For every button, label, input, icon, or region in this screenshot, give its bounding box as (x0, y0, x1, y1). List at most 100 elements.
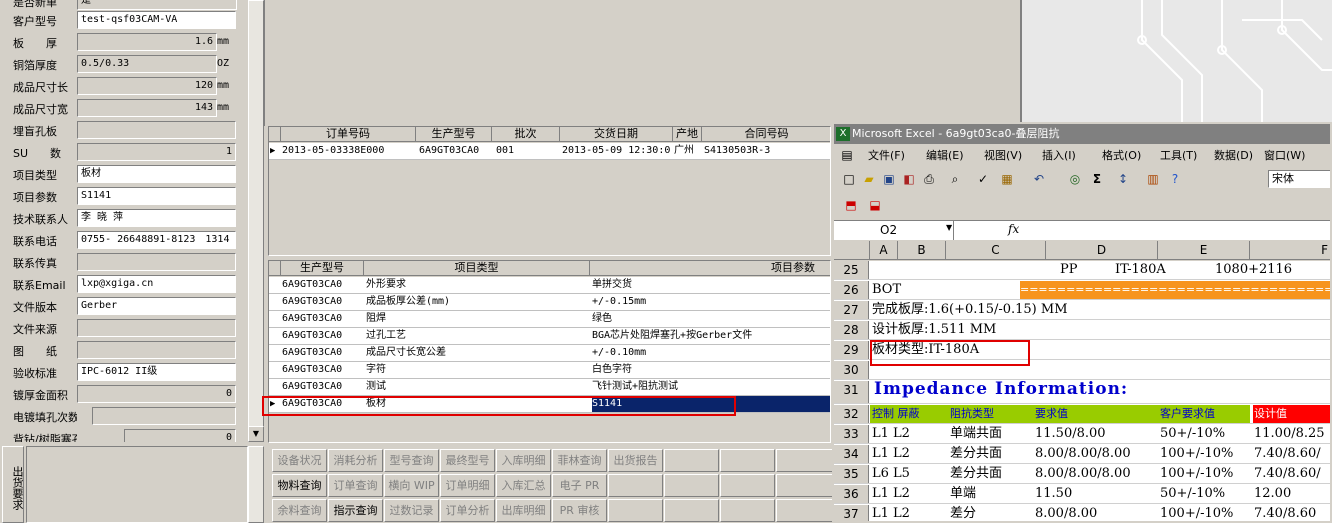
form-field[interactable]: 1 (77, 143, 236, 161)
col-header[interactable]: D (1046, 241, 1158, 259)
left-scrollbar[interactable] (248, 0, 264, 442)
form-field[interactable]: 是 (77, 0, 237, 10)
sheet-row[interactable]: 26 BOT ===================================… (834, 281, 1330, 300)
param-col-header[interactable]: 项目参数 (590, 261, 830, 276)
row-number[interactable]: 29 (834, 341, 869, 359)
param-col-header[interactable]: 生产型号 (281, 261, 364, 276)
pdf-icon[interactable]: ⬒ (842, 196, 860, 214)
empty-button[interactable] (720, 449, 775, 472)
row-number[interactable]: 30 (834, 361, 869, 379)
param-col-header[interactable]: 项目类型 (364, 261, 590, 276)
form-field[interactable]: 0.5/0.33 (77, 55, 217, 73)
order-col-header[interactable]: 生产型号 (416, 127, 492, 142)
menu-item[interactable]: 文件(F) (868, 147, 905, 163)
nav-button[interactable]: 订单分析 (440, 499, 495, 522)
col-header[interactable]: B (898, 241, 946, 259)
sheet-row[interactable]: 37 L1 L2 差分 8.00/8.00 100+/-10% 7.40/8.60 (834, 505, 1330, 521)
nav-button[interactable]: 指示查询 (328, 499, 383, 522)
table-row[interactable]: 6A9GT03CA0 测试 飞针测试+阻抗测试 (269, 379, 830, 396)
form-field[interactable]: lxp@xgiga.cn (77, 275, 236, 293)
nav-button[interactable]: 过数记录 (384, 499, 439, 522)
nav-button[interactable]: 订单明细 (440, 474, 495, 497)
nav-button[interactable]: PR 审核 (552, 499, 607, 522)
notes-textarea[interactable] (26, 446, 248, 523)
menu-item[interactable]: 数据(D) (1214, 147, 1253, 163)
notes-scrollbar[interactable] (248, 446, 264, 523)
nav-button[interactable]: 横向 WIP (384, 474, 439, 497)
form-field[interactable] (77, 253, 236, 271)
hyperlink-icon[interactable]: ◎ (1066, 170, 1084, 188)
spelling-icon[interactable]: ✓ (974, 170, 992, 188)
open-icon[interactable]: ▰ (860, 170, 878, 188)
nav-button[interactable]: 余料查询 (272, 499, 327, 522)
sheet-row[interactable]: 34 L1 L2 差分共面 8.00/8.00/8.00 100+/-10% 7.40/8… (834, 445, 1330, 464)
empty-button[interactable] (720, 474, 775, 497)
empty-button[interactable] (664, 449, 719, 472)
order-col-header[interactable]: 合同号码 (702, 127, 830, 142)
nav-button[interactable]: 菲林查询 (552, 449, 607, 472)
new-icon[interactable]: □ (840, 170, 858, 188)
name-box-dropdown-icon[interactable]: ▼ (946, 223, 952, 232)
order-col-header[interactable]: 产地 (673, 127, 702, 142)
preview-icon[interactable]: ⌕ (946, 170, 964, 188)
form-field[interactable] (92, 407, 236, 425)
row-number[interactable]: 37 (834, 505, 869, 521)
sheet-row[interactable]: 31 Impedance Information: (834, 380, 1330, 404)
save-icon[interactable]: ▣ (880, 170, 898, 188)
font-name-select[interactable]: 宋体 (1268, 170, 1330, 188)
form-field[interactable]: 0 (124, 429, 236, 442)
empty-button[interactable] (664, 499, 719, 522)
scroll-down-button[interactable]: ▼ (248, 426, 264, 442)
sheet-row[interactable]: 33 L1 L2 单端共面 11.50/8.00 50+/-10% 11.00/8.25 (834, 425, 1330, 444)
sort-icon[interactable]: ↕ (1114, 170, 1132, 188)
form-field[interactable] (77, 121, 236, 139)
order-col-header[interactable]: 订单号码 (281, 127, 416, 142)
table-row[interactable]: 6A9GT03CA0 外形要求 单拼交货 (269, 277, 830, 294)
nav-button[interactable]: 消耗分析 (328, 449, 383, 472)
form-field[interactable]: 0755- 26648891-8123 1314 (77, 231, 236, 249)
order-col-header[interactable]: 批次 (492, 127, 560, 142)
menu-item[interactable]: 插入(I) (1042, 147, 1076, 163)
sheet-row[interactable]: 27 完成板厚:1.6(+0.15/-0.15) MM (834, 301, 1330, 320)
menu-item[interactable]: 格式(O) (1102, 147, 1141, 163)
doc-icon[interactable]: ▤ (838, 146, 856, 164)
form-field[interactable]: 板材 (77, 165, 236, 183)
row-number[interactable]: 31 (834, 381, 869, 403)
menu-item[interactable]: 工具(T) (1160, 147, 1197, 163)
menu-item[interactable]: 编辑(E) (926, 147, 964, 163)
row-number[interactable]: 36 (834, 485, 869, 503)
nav-button[interactable]: 电子 PR (552, 474, 607, 497)
sheet-row[interactable]: 35 L6 L5 差分共面 8.00/8.00/8.00 100+/-10% 7.40/8… (834, 465, 1330, 484)
permission-icon[interactable]: ◧ (900, 170, 918, 188)
nav-button[interactable]: 型号查询 (384, 449, 439, 472)
side-tab[interactable]: 出货要求 (2, 446, 24, 523)
fx-icon[interactable]: fx (1008, 222, 1019, 236)
sheet-row[interactable]: 36 L1 L2 单端 11.50 50+/-10% 12.00 (834, 485, 1330, 504)
empty-button[interactable] (608, 474, 663, 497)
form-field[interactable] (77, 319, 236, 337)
table-row[interactable]: 6A9GT03CA0 过孔工艺 BGA芯片处阻焊塞孔+按Gerber文件 (269, 328, 830, 345)
col-header[interactable]: F (1250, 241, 1330, 259)
form-field[interactable]: 李 晓 萍 (77, 209, 236, 227)
form-field[interactable]: 143 (77, 99, 217, 117)
empty-button[interactable] (720, 499, 775, 522)
nav-button[interactable]: 设备状况 (272, 449, 327, 472)
nav-button[interactable]: 入库汇总 (496, 474, 551, 497)
empty-button[interactable] (608, 499, 663, 522)
menu-item[interactable]: 视图(V) (984, 147, 1022, 163)
form-field[interactable]: 120 (77, 77, 217, 95)
table-row[interactable]: ▶ 2013-05-03338E000 6A9GT03CA0 001 2013-… (269, 143, 830, 160)
autosum-icon[interactable]: Σ (1088, 170, 1106, 188)
nav-button[interactable]: 最终型号 (440, 449, 495, 472)
table-row[interactable]: 6A9GT03CA0 成品板厚公差(mm) +/-0.15mm (269, 294, 830, 311)
form-field[interactable]: 0 (77, 385, 236, 403)
form-field[interactable]: IPC-6012 II级 (77, 363, 236, 381)
row-number[interactable]: 32 (834, 405, 869, 423)
sheet-row[interactable]: 32 控制 屏蔽 阻抗类型 要求值 客户要求值 设计值 (834, 405, 1330, 424)
empty-button[interactable] (776, 474, 834, 497)
chart-icon[interactable]: ▥ (1144, 170, 1162, 188)
form-field[interactable]: S1141 (77, 187, 236, 205)
help-icon[interactable]: ? (1166, 170, 1184, 188)
table-row[interactable]: 6A9GT03CA0 成品尺寸长宽公差 +/-0.10mm (269, 345, 830, 362)
sheet-row[interactable]: 28 设计板厚:1.511 MM (834, 321, 1330, 340)
